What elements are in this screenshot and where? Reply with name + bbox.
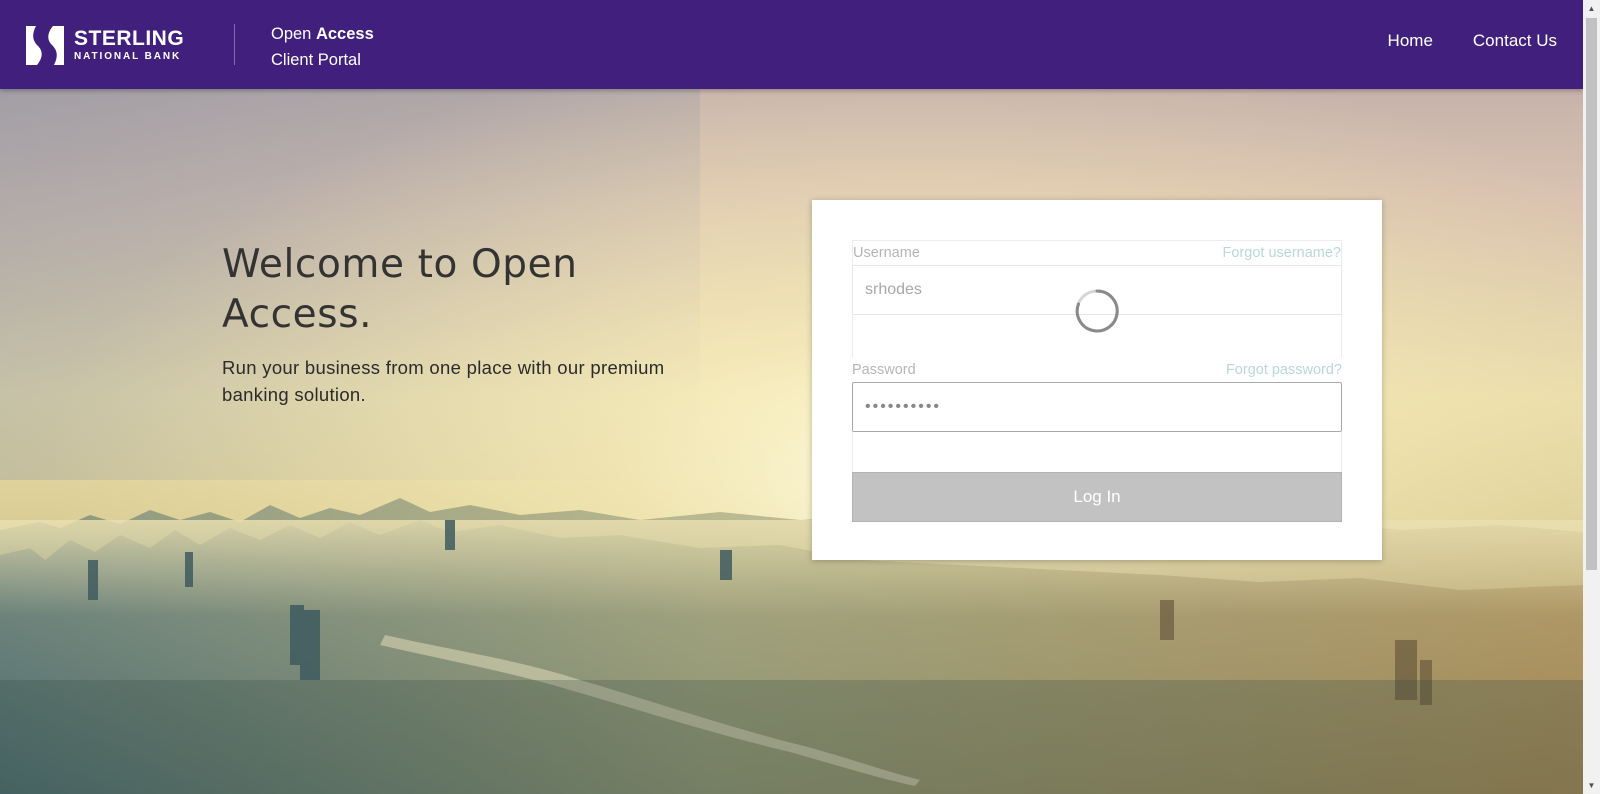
username-label: Username xyxy=(853,245,920,261)
loading-spinner-icon xyxy=(1075,289,1119,333)
main-nav: Home Contact Us xyxy=(1388,31,1557,51)
login-form: Username Forgot username? Password Forgo… xyxy=(852,240,1342,522)
sterling-s-logo-icon xyxy=(26,25,64,65)
login-card: Username Forgot username? Password Forgo… xyxy=(812,200,1382,560)
nav-contact-us-link[interactable]: Contact Us xyxy=(1473,31,1557,51)
scroll-down-arrow-icon[interactable]: ▼ xyxy=(1583,777,1600,794)
username-label-row: Username Forgot username? xyxy=(852,240,1342,265)
scroll-up-arrow-icon[interactable]: ▲ xyxy=(1583,0,1600,17)
header-divider xyxy=(234,24,235,65)
forgot-username-link[interactable]: Forgot username? xyxy=(1223,245,1341,261)
brand-logo[interactable]: STERLING NATIONAL BANK xyxy=(26,25,201,65)
hero-section: Welcome to Open Access. Run your busines… xyxy=(222,240,722,408)
logo-name: STERLING xyxy=(74,27,185,50)
forgot-password-link[interactable]: Forgot password? xyxy=(1226,362,1342,378)
field-spacer xyxy=(852,432,1342,472)
password-label: Password xyxy=(852,361,916,378)
product-name: Open Access Client Portal xyxy=(271,21,374,73)
product-name-regular: Open xyxy=(271,25,312,43)
scrollbar-thumb[interactable] xyxy=(1586,18,1597,570)
nav-home-link[interactable]: Home xyxy=(1388,31,1433,51)
hero-subtitle: Run your business from one place with ou… xyxy=(222,357,665,405)
top-header: STERLING NATIONAL BANK Open Access Clien… xyxy=(0,0,1583,89)
product-name-bold: Access xyxy=(315,25,374,43)
password-input[interactable] xyxy=(852,382,1342,432)
page-scrollbar[interactable]: ▲ ▼ xyxy=(1583,0,1600,794)
password-label-row: Password Forgot password? xyxy=(852,357,1342,382)
hero-title: Welcome to Open Access. xyxy=(222,242,578,337)
product-subtitle: Client Portal xyxy=(271,51,361,69)
login-button[interactable]: Log In xyxy=(852,472,1342,522)
logo-subtitle: NATIONAL BANK xyxy=(74,51,182,62)
